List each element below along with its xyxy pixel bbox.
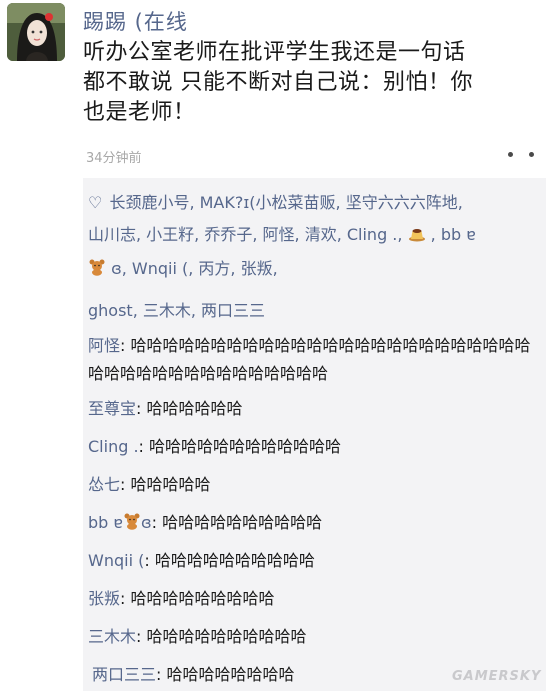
comment-author-post: ɞ <box>141 513 152 532</box>
more-dots-icon-dot2 <box>529 151 534 157</box>
comment-item[interactable]: 三木木: 哈哈哈哈哈哈哈哈哈哈 <box>88 623 307 651</box>
comment-author[interactable]: Wnqii ( <box>88 551 144 570</box>
post-timestamp: 34分钟前 <box>86 151 142 166</box>
comment-item[interactable]: bb ɐ ɞ: 哈哈哈哈哈哈哈哈哈哈 <box>88 509 322 539</box>
comment-item[interactable]: 至尊宝: 哈哈哈哈哈哈 <box>88 395 243 423</box>
likes-line1: 长颈鹿小号, MAK?ɪ(小松菜苗贩, 坚守六六六阵地, 山川志, 小王籽, 乔… <box>88 193 463 244</box>
comment-text: 哈哈哈哈哈 <box>130 475 211 494</box>
comment-author[interactable]: 阿怪 <box>88 336 120 355</box>
comment-item[interactable]: 两口三三: 哈哈哈哈哈哈哈哈 <box>92 661 295 689</box>
heart-outline-icon: ♡ <box>88 193 103 212</box>
avatar[interactable] <box>7 3 65 61</box>
comment-text: 哈哈哈哈哈哈哈哈哈哈哈哈哈哈哈哈哈哈哈哈哈哈哈哈哈哈哈哈哈哈哈哈哈哈哈哈哈哈哈哈 <box>88 336 531 383</box>
pudding-emoji <box>408 221 426 253</box>
comment-text: 哈哈哈哈哈哈哈哈哈 <box>130 589 275 608</box>
post-username[interactable]: 踢踢 (在线 <box>83 6 188 36</box>
comment-author[interactable]: 张叛 <box>88 589 120 608</box>
comment-author[interactable]: bb ɐ ɞ <box>88 513 152 532</box>
watermark: GAMERSKY <box>452 669 542 684</box>
comment-author[interactable]: 两口三三 <box>92 665 156 684</box>
comment-item[interactable]: 张叛: 哈哈哈哈哈哈哈哈哈 <box>88 585 275 613</box>
likes-line3: ɞ, Wnqii (, 丙方, 张叛, <box>111 259 278 278</box>
comment-text: 哈哈哈哈哈哈哈哈哈哈 <box>162 513 323 532</box>
bear-emoji <box>88 255 106 287</box>
comment-text: 哈哈哈哈哈哈哈哈 <box>166 665 295 684</box>
comment-author[interactable]: 至尊宝 <box>88 399 136 418</box>
comment-item[interactable]: Wnqii (: 哈哈哈哈哈哈哈哈哈哈 <box>88 547 315 575</box>
likes-list[interactable]: ♡ 长颈鹿小号, MAK?ɪ(小松菜苗贩, 坚守六六六阵地, 山川志, 小王籽,… <box>88 187 478 327</box>
more-dots-icon <box>508 151 513 157</box>
comment-text: 哈哈哈哈哈哈哈哈哈哈 <box>154 551 315 570</box>
comment-item[interactable]: 怂七: 哈哈哈哈哈 <box>88 471 211 499</box>
likes-line4: ghost, 三木木, 两口三三 <box>88 301 266 320</box>
comment-item[interactable]: 阿怪: 哈哈哈哈哈哈哈哈哈哈哈哈哈哈哈哈哈哈哈哈哈哈哈哈哈哈哈哈哈哈哈哈哈哈哈哈… <box>88 332 546 388</box>
comment-item[interactable]: Cling .: 哈哈哈哈哈哈哈哈哈哈哈哈 <box>88 433 341 461</box>
comment-author[interactable]: 三木木 <box>88 627 136 646</box>
comment-text: 哈哈哈哈哈哈 <box>146 399 243 418</box>
likes-line2: , bb ɐ <box>430 225 476 244</box>
more-options-button[interactable] <box>508 146 534 162</box>
bear-emoji <box>123 511 141 539</box>
comment-text: 哈哈哈哈哈哈哈哈哈哈 <box>146 627 307 646</box>
comment-author[interactable]: 怂七 <box>88 475 120 494</box>
comment-author[interactable]: Cling . <box>88 437 139 456</box>
comment-author-pre: bb ɐ <box>88 513 123 532</box>
post-text: 听办公室老师在批评学生我还是一句话都不敢说 只能不断对自己说：别怕！你也是老师！ <box>83 40 473 125</box>
comment-text: 哈哈哈哈哈哈哈哈哈哈哈哈 <box>149 437 342 456</box>
